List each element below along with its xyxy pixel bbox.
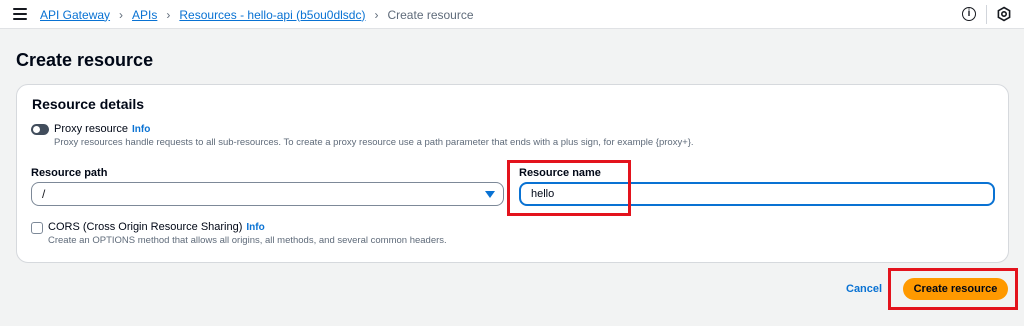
cors-label-text: CORS (Cross Origin Resource Sharing) [48, 221, 243, 233]
breadcrumb-current: Create resource [387, 7, 474, 22]
proxy-resource-label-text: Proxy resource [54, 123, 128, 135]
cors-checkbox[interactable] [31, 222, 43, 234]
resource-name-input[interactable] [519, 182, 995, 206]
breadcrumb-separator: › [119, 7, 124, 22]
resource-details-container: Resource details Proxy resource Info Prox… [16, 84, 1009, 263]
section-title: Resource details [32, 96, 145, 112]
cors-info-link[interactable]: Info [246, 222, 264, 233]
cancel-button[interactable]: Cancel [846, 283, 882, 295]
proxy-info-link[interactable]: Info [132, 124, 150, 135]
info-icon[interactable]: i [962, 7, 976, 21]
resource-path-value: / [42, 187, 46, 201]
breadcrumb-apis[interactable]: APIs [132, 8, 157, 22]
breadcrumb-separator: › [166, 7, 171, 22]
resource-path-select[interactable]: / [31, 182, 504, 206]
cors-description: Create an OPTIONS method that allows all… [48, 235, 447, 246]
divider [986, 5, 987, 24]
resource-name-label: Resource name [519, 167, 601, 179]
cors-label: CORS (Cross Origin Resource Sharing) Info [48, 221, 265, 233]
page-title: Create resource [16, 50, 154, 70]
caret-down-icon [485, 191, 495, 198]
top-bar: API Gateway › APIs › Resources - hello-a… [0, 0, 1024, 29]
breadcrumb-separator: › [374, 7, 379, 22]
resource-path-label: Resource path [31, 167, 108, 179]
proxy-resource-description: Proxy resources handle requests to all s… [54, 137, 694, 148]
breadcrumb: API Gateway › APIs › Resources - hello-a… [40, 0, 474, 29]
breadcrumb-api-gateway[interactable]: API Gateway [40, 8, 110, 22]
menu-icon[interactable] [13, 8, 27, 20]
create-resource-button[interactable]: Create resource [903, 278, 1008, 300]
breadcrumb-resources[interactable]: Resources - hello-api (b5ou0dlsdc) [179, 8, 365, 22]
proxy-resource-label: Proxy resource Info [54, 123, 150, 135]
settings-icon[interactable] [996, 6, 1012, 22]
proxy-resource-toggle[interactable] [31, 124, 49, 135]
